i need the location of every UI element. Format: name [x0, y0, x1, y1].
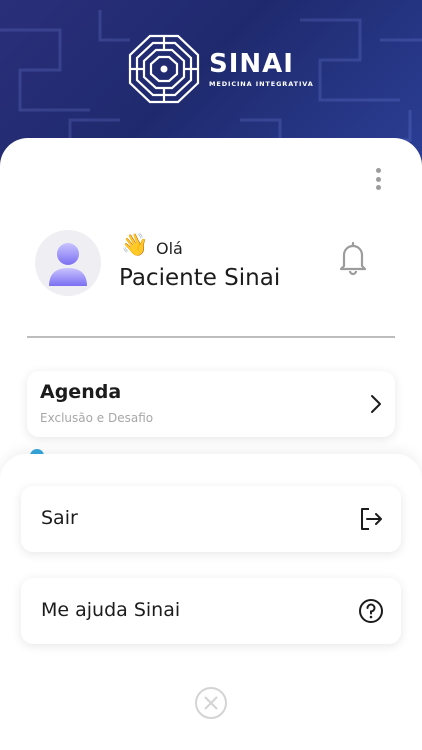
logout-label: Sair: [41, 507, 78, 529]
logout-button[interactable]: Sair: [21, 486, 401, 552]
greeting-text: Olá: [156, 239, 183, 258]
help-circle-icon: [359, 599, 383, 623]
bell-icon[interactable]: [336, 240, 370, 276]
avatar[interactable]: [35, 230, 101, 296]
close-circle-icon[interactable]: [194, 686, 228, 720]
help-button[interactable]: Me ajuda Sinai: [21, 578, 401, 644]
kebab-menu-icon[interactable]: [368, 167, 388, 191]
divider: [27, 336, 395, 338]
chevron-right-icon: [371, 395, 381, 413]
logout-icon: [361, 508, 382, 530]
brand-name: SINAI: [209, 48, 294, 79]
sinai-logo: SINAI MEDICINA INTEGRATIVA: [126, 33, 314, 105]
brand-subtitle: MEDICINA INTEGRATIVA: [209, 79, 314, 88]
wave-emoji: 👋: [121, 233, 149, 258]
agenda-card[interactable]: Agenda Exclusão e Desafio: [27, 371, 395, 437]
sinai-logo-mark-icon: [128, 34, 200, 104]
user-name: Paciente Sinai: [119, 265, 281, 291]
agenda-title: Agenda: [40, 381, 122, 403]
person-avatar-icon: [49, 243, 87, 286]
help-label: Me ajuda Sinai: [41, 599, 181, 621]
agenda-subtitle: Exclusão e Desafio: [40, 411, 154, 425]
